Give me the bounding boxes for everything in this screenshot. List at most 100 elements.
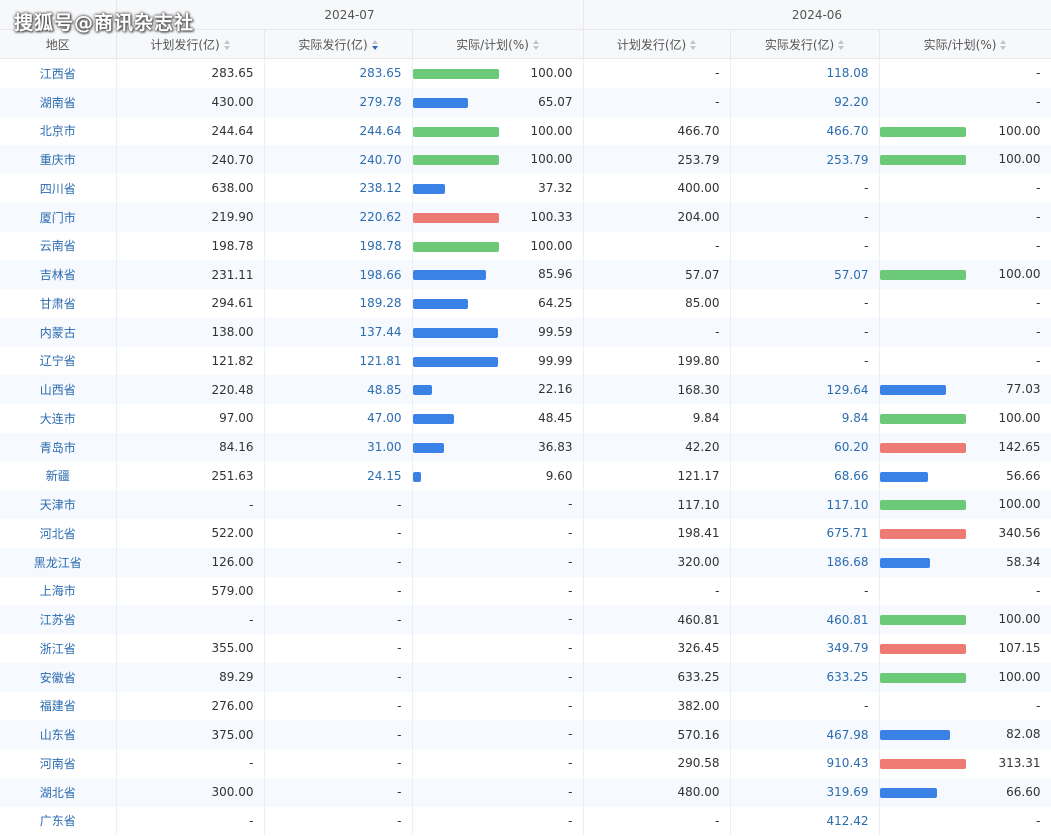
ratio-value: 100.00	[530, 66, 573, 80]
region-link[interactable]: 内蒙古	[0, 317, 117, 347]
col-header-jun-planned[interactable]: 计划发行(亿)	[583, 29, 731, 59]
jul-actual-value[interactable]: 220.62	[264, 202, 413, 232]
col-header-jul-actual[interactable]: 实际发行(亿)	[264, 29, 413, 59]
sort-icon[interactable]	[223, 40, 230, 50]
jul-ratio-cell: 9.60	[412, 461, 584, 491]
region-link[interactable]: 吉林省	[0, 260, 117, 289]
jul-ratio-cell: -	[412, 691, 584, 721]
sort-icon[interactable]	[1000, 40, 1007, 50]
col-header-jun-ratio[interactable]: 实际/计划(%)	[879, 29, 1051, 59]
ratio-value: -	[568, 554, 573, 569]
table-row: 黑龙江省 126.00- -320.00 186.68 58.34	[0, 547, 1051, 577]
jul-actual-value[interactable]: 189.28	[264, 289, 413, 318]
table-row: 内蒙古 138.00 137.44 99.59- - -	[0, 317, 1051, 347]
jun-actual-value[interactable]: 675.71	[730, 519, 880, 548]
ratio-bar	[879, 155, 966, 166]
region-link[interactable]: 黑龙江省	[0, 547, 117, 577]
region-link[interactable]: 湖南省	[0, 87, 117, 117]
jun-actual-value[interactable]: 412.42	[730, 806, 880, 836]
region-link[interactable]: 山西省	[0, 375, 117, 404]
ratio-bar	[412, 385, 432, 396]
region-link[interactable]: 天津市	[0, 490, 117, 519]
col-header-jul-ratio[interactable]: 实际/计划(%)	[412, 29, 584, 59]
jun-actual-value[interactable]: 92.20	[730, 87, 880, 117]
jun-actual-value[interactable]: 349.79	[730, 634, 880, 663]
region-link[interactable]: 江西省	[0, 58, 117, 88]
jun-planned-value: -	[583, 231, 731, 261]
region-link[interactable]: 云南省	[0, 231, 117, 261]
jun-actual-value[interactable]: 319.69	[730, 777, 880, 807]
jul-actual-value[interactable]: 47.00	[264, 404, 413, 433]
jun-actual-value[interactable]: 60.20	[730, 432, 880, 462]
jun-actual-value[interactable]: 910.43	[730, 749, 880, 778]
jun-actual-value[interactable]: 117.10	[730, 490, 880, 519]
region-link[interactable]: 浙江省	[0, 634, 117, 663]
jul-actual-value: -	[264, 634, 413, 663]
jul-actual-value[interactable]: 240.70	[264, 145, 413, 174]
col-header-jun-actual[interactable]: 实际发行(亿)	[730, 29, 880, 59]
jul-ratio-cell: 48.45	[412, 404, 584, 433]
jun-actual-value[interactable]: 118.08	[730, 58, 880, 88]
region-link[interactable]: 广东省	[0, 806, 117, 836]
region-link[interactable]: 北京市	[0, 116, 117, 146]
ratio-bar	[879, 787, 937, 798]
region-link[interactable]: 甘肃省	[0, 289, 117, 318]
region-link[interactable]: 河南省	[0, 749, 117, 778]
region-link[interactable]: 大连市	[0, 404, 117, 433]
region-link[interactable]: 辽宁省	[0, 346, 117, 376]
jul-actual-value[interactable]: 137.44	[264, 317, 413, 347]
region-link[interactable]: 福建省	[0, 691, 117, 721]
jun-planned-value: 42.20	[583, 432, 731, 462]
region-link[interactable]: 青岛市	[0, 432, 117, 462]
jun-actual-value[interactable]: 68.66	[730, 461, 880, 491]
region-link[interactable]: 厦门市	[0, 202, 117, 232]
sort-icon[interactable]	[838, 40, 845, 50]
jun-actual-value[interactable]: 253.79	[730, 145, 880, 174]
jun-actual-value[interactable]: 460.81	[730, 605, 880, 634]
ratio-bar	[412, 442, 445, 453]
ratio-value: 66.60	[1006, 784, 1041, 799]
jul-ratio-cell: 99.99	[412, 346, 584, 376]
region-link[interactable]: 江苏省	[0, 605, 117, 634]
region-link[interactable]: 四川省	[0, 174, 117, 203]
ratio-value: 48.45	[538, 411, 573, 425]
ratio-value: 37.32	[538, 181, 573, 195]
ratio-bar	[879, 270, 966, 281]
table-row: 河北省 522.00- -198.41 675.71 340.56	[0, 519, 1051, 548]
jun-actual-value[interactable]: 467.98	[730, 720, 880, 749]
region-link[interactable]: 安徽省	[0, 662, 117, 692]
jul-planned-value: -	[116, 605, 265, 634]
jul-actual-value[interactable]: 244.64	[264, 116, 413, 146]
region-link[interactable]: 重庆市	[0, 145, 117, 174]
jul-actual-value[interactable]: 279.78	[264, 87, 413, 117]
jul-planned-value: 220.48	[116, 375, 265, 404]
sort-icon[interactable]	[532, 40, 539, 50]
jul-actual-value[interactable]: 283.65	[264, 58, 413, 88]
jul-actual-value[interactable]: 198.78	[264, 231, 413, 261]
jun-actual-value[interactable]: 129.64	[730, 375, 880, 404]
jul-actual-value[interactable]: 48.85	[264, 375, 413, 404]
table-row: 广东省 - - - -412.42-	[0, 806, 1051, 836]
jun-actual-value[interactable]: 57.07	[730, 260, 880, 289]
jul-actual-value[interactable]: 238.12	[264, 174, 413, 203]
jun-actual-value[interactable]: 633.25	[730, 662, 880, 692]
jun-actual-value[interactable]: 466.70	[730, 116, 880, 146]
region-link[interactable]: 山东省	[0, 720, 117, 749]
jul-actual-value[interactable]: 24.15	[264, 461, 413, 491]
ratio-value: -	[568, 698, 573, 713]
region-link[interactable]: 上海市	[0, 576, 117, 606]
region-link[interactable]: 湖北省	[0, 777, 117, 807]
jul-actual-value[interactable]: 121.81	[264, 346, 413, 376]
region-link[interactable]: 河北省	[0, 519, 117, 548]
ratio-value: -	[1036, 324, 1041, 339]
region-link[interactable]: 新疆	[0, 461, 117, 491]
jun-actual-value[interactable]: 186.68	[730, 547, 880, 577]
jul-actual-value[interactable]: 31.00	[264, 432, 413, 462]
sort-desc-icon[interactable]	[371, 40, 378, 50]
jun-actual-value[interactable]: 9.84	[730, 404, 880, 433]
ratio-value: -	[568, 756, 573, 770]
jul-actual-value[interactable]: 198.66	[264, 260, 413, 289]
jul-ratio-cell: 100.00	[412, 231, 584, 261]
jun-planned-value: 9.84	[583, 404, 731, 433]
sort-icon[interactable]	[690, 40, 697, 50]
